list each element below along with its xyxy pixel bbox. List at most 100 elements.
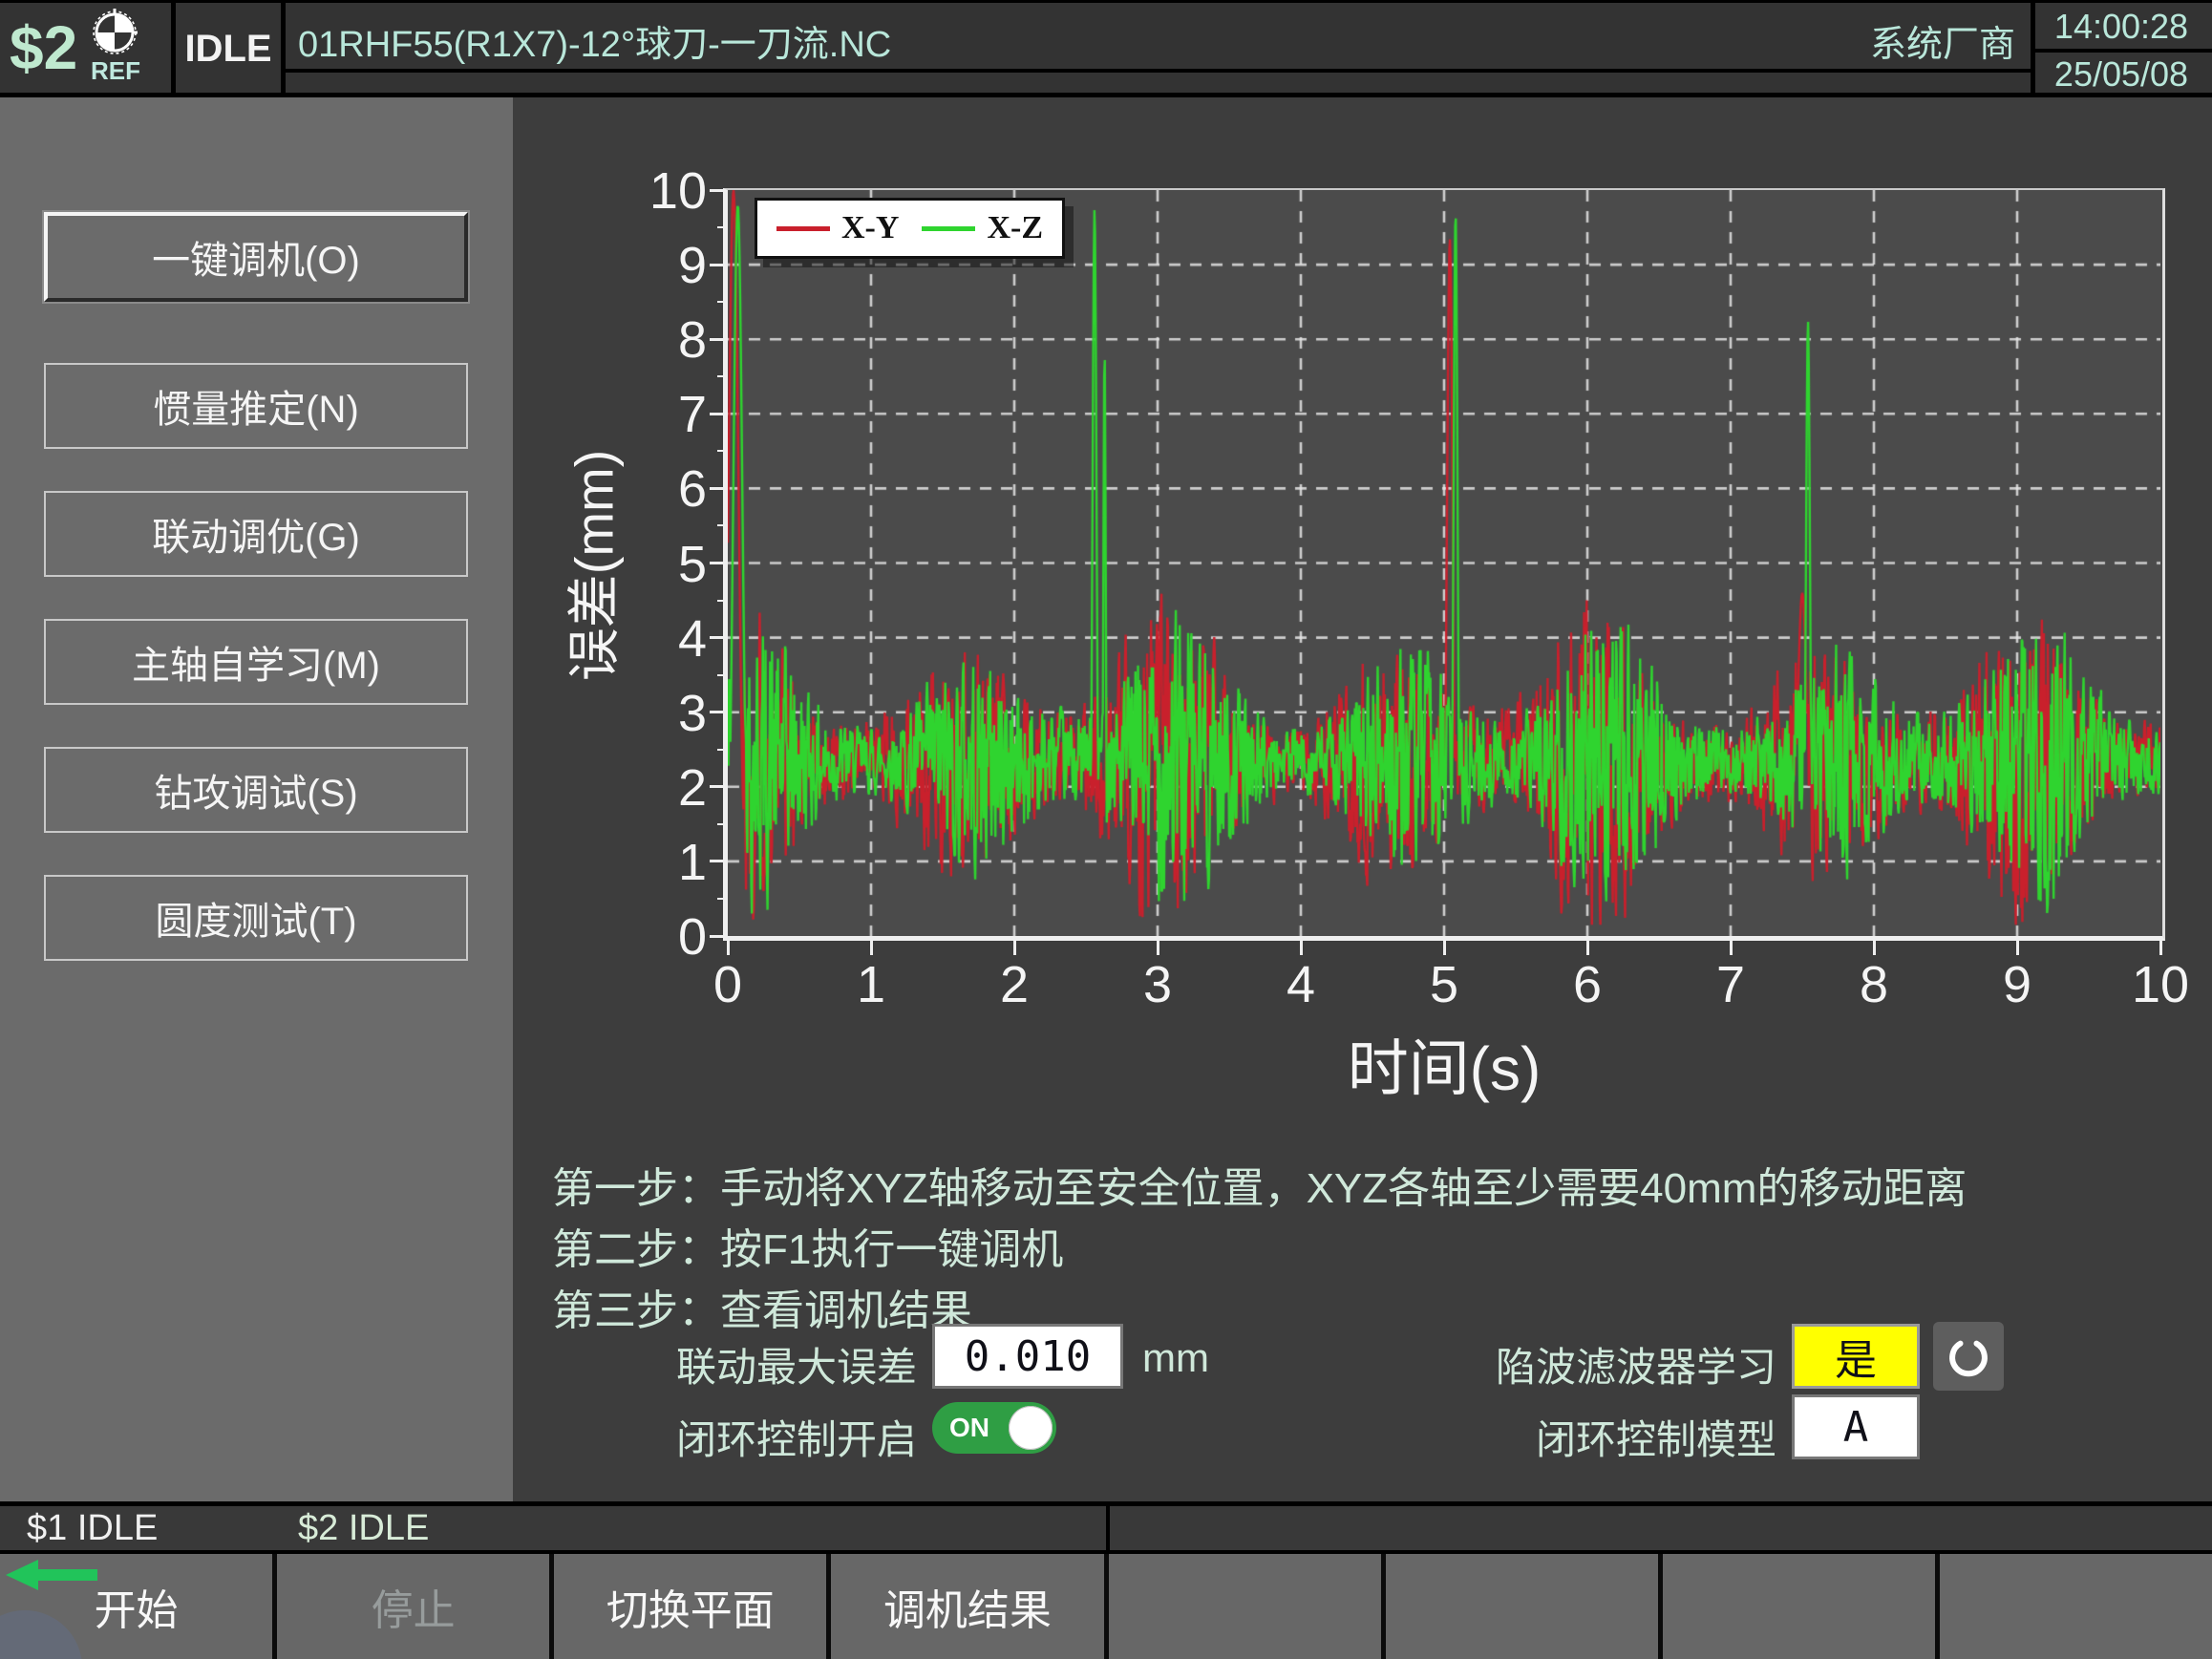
notch-filter-value[interactable]: 是 — [1792, 1324, 1920, 1389]
x-tick-mark — [1730, 941, 1733, 955]
notch-filter-label: 陷波滤波器学习 — [1433, 1335, 1776, 1393]
x-tick-label: 0 — [675, 955, 780, 1014]
reference-point-icon — [92, 9, 138, 54]
closed-loop-label: 闭环控制开启 — [573, 1408, 917, 1466]
clock-date: 25/05/08 — [2035, 54, 2207, 95]
toggle-knob — [1009, 1406, 1053, 1450]
y-minor-tick-mark — [717, 674, 725, 676]
x-tick-label: 5 — [1392, 955, 1497, 1014]
x-tick-label: 2 — [962, 955, 1067, 1014]
error-chart-canvas — [728, 190, 2160, 936]
clock-time: 14:00:28 — [2035, 7, 2207, 47]
y-tick-mark — [710, 487, 725, 490]
channel1-status: $1 IDLE — [27, 1508, 158, 1549]
notch-refresh-button[interactable] — [1933, 1322, 2004, 1391]
x-tick-mark — [1157, 941, 1159, 955]
header-divider — [286, 69, 2031, 73]
x-tick-label: 3 — [1105, 955, 1210, 1014]
program-name: 01RHF55(R1X7)-12°球刀-一刀流.NC — [298, 14, 1731, 67]
y-tick-mark — [710, 264, 725, 266]
y-minor-tick-mark — [717, 600, 725, 602]
sidebar-button-drill-tap-debug[interactable]: 钻攻调试(S) — [44, 747, 468, 833]
y-tick-mark — [710, 636, 725, 639]
loop-model-label: 闭环控制模型 — [1433, 1408, 1776, 1466]
softkey-empty-6 — [1386, 1554, 1663, 1659]
softkey-empty-7 — [1663, 1554, 1940, 1659]
step-instruction-2: 第二步：按F1执行一键调机 — [552, 1215, 2204, 1276]
softkey-empty-5 — [1109, 1554, 1386, 1659]
y-tick-mark — [710, 711, 725, 713]
machine-tuning-screen: $2 REF IDLE 01RHF55(R1X7)-12°球刀-一刀流.NC 系… — [0, 0, 2212, 1659]
closed-loop-toggle[interactable]: ON — [932, 1402, 1056, 1454]
y-tick-mark — [710, 935, 725, 938]
header-divider — [2035, 49, 2212, 53]
y-minor-tick-mark — [717, 898, 725, 900]
vendor-label: 系统厂商 — [1624, 14, 2015, 67]
x-tick-mark — [1586, 941, 1589, 955]
y-axis-title: 误差(mm) — [552, 317, 629, 814]
sidebar-button-one-key-tuning[interactable]: 一键调机(O) — [44, 212, 468, 302]
ref-label: REF — [84, 56, 147, 86]
y-minor-tick-mark — [717, 375, 725, 377]
x-tick-mark — [1013, 941, 1016, 955]
xz-series-swatch — [922, 226, 975, 231]
softkey-stop: 停止 — [277, 1554, 554, 1659]
x-tick-mark — [2159, 941, 2162, 955]
machine-state: IDLE — [176, 3, 281, 96]
sidebar-button-roundness-test[interactable]: 圆度测试(T) — [44, 875, 468, 961]
legend-label-xy: X-Y — [841, 210, 899, 246]
softkey-empty-8 — [1940, 1554, 2212, 1659]
y-tick-mark — [710, 860, 725, 862]
channel2-status: $2 IDLE — [298, 1508, 429, 1549]
y-minor-tick-mark — [717, 823, 725, 825]
max-error-input[interactable]: 0.010 — [932, 1324, 1123, 1389]
y-tick-mark — [710, 562, 725, 564]
x-tick-label: 7 — [1678, 955, 1783, 1014]
sidebar-button-linkage-tuning[interactable]: 联动调优(G) — [44, 491, 468, 577]
legend-label-xz: X-Z — [987, 210, 1043, 246]
function-sidebar: 一键调机(O) 惯量推定(N) 联动调优(G) 主轴自学习(M) 钻攻调试(S)… — [0, 97, 513, 1501]
x-tick-mark — [1873, 941, 1876, 955]
channel-label: $2 — [10, 12, 77, 83]
sidebar-button-spindle-self-learning[interactable]: 主轴自学习(M) — [44, 619, 468, 705]
y-tick-mark — [710, 785, 725, 788]
x-tick-mark — [727, 941, 730, 955]
y-tick-mark — [710, 189, 725, 192]
step-instruction-1: 第一步：手动将XYZ轴移动至安全位置，XYZ各轴至少需要40mm的移动距离 — [552, 1154, 2204, 1215]
x-tick-label: 8 — [1821, 955, 1926, 1014]
y-minor-tick-mark — [717, 301, 725, 303]
x-tick-mark — [870, 941, 873, 955]
loop-model-value[interactable]: A — [1792, 1394, 1920, 1459]
x-tick-label: 1 — [819, 955, 924, 1014]
y-tick-mark — [710, 338, 725, 341]
sidebar-button-inertia-estimation[interactable]: 惯量推定(N) — [44, 363, 468, 449]
x-tick-mark — [1443, 941, 1446, 955]
softkey-bar: 开始 停止 切换平面 调机结果 — [0, 1554, 2212, 1659]
legend-item-xz: X-Z — [922, 210, 1043, 246]
x-tick-mark — [2016, 941, 2019, 955]
header-bar: $2 REF IDLE 01RHF55(R1X7)-12°球刀-一刀流.NC 系… — [0, 0, 2212, 93]
y-tick-label: 10 — [602, 161, 707, 221]
toggle-on-text: ON — [949, 1402, 989, 1454]
y-minor-tick-mark — [717, 749, 725, 751]
x-tick-label: 6 — [1535, 955, 1640, 1014]
x-tick-label: 4 — [1248, 955, 1353, 1014]
y-tick-label: 1 — [602, 833, 707, 892]
refresh-icon — [1944, 1331, 1993, 1381]
softkey-tuning-result[interactable]: 调机结果 — [831, 1554, 1108, 1659]
back-arrow-icon[interactable] — [6, 1559, 99, 1591]
legend-item-xy: X-Y — [776, 210, 899, 246]
status-divider — [1106, 1506, 1110, 1550]
xy-series-swatch — [776, 226, 830, 231]
header-divider — [281, 3, 286, 96]
y-tick-label: 9 — [602, 236, 707, 295]
max-error-label: 联动最大误差 — [573, 1335, 917, 1393]
y-minor-tick-mark — [717, 450, 725, 452]
x-tick-label: 9 — [1965, 955, 2070, 1014]
softkey-switch-plane[interactable]: 切换平面 — [554, 1554, 831, 1659]
y-tick-mark — [710, 413, 725, 415]
x-tick-label: 10 — [2108, 955, 2212, 1014]
y-minor-tick-mark — [717, 524, 725, 526]
x-tick-mark — [1300, 941, 1303, 955]
y-minor-tick-mark — [717, 226, 725, 228]
